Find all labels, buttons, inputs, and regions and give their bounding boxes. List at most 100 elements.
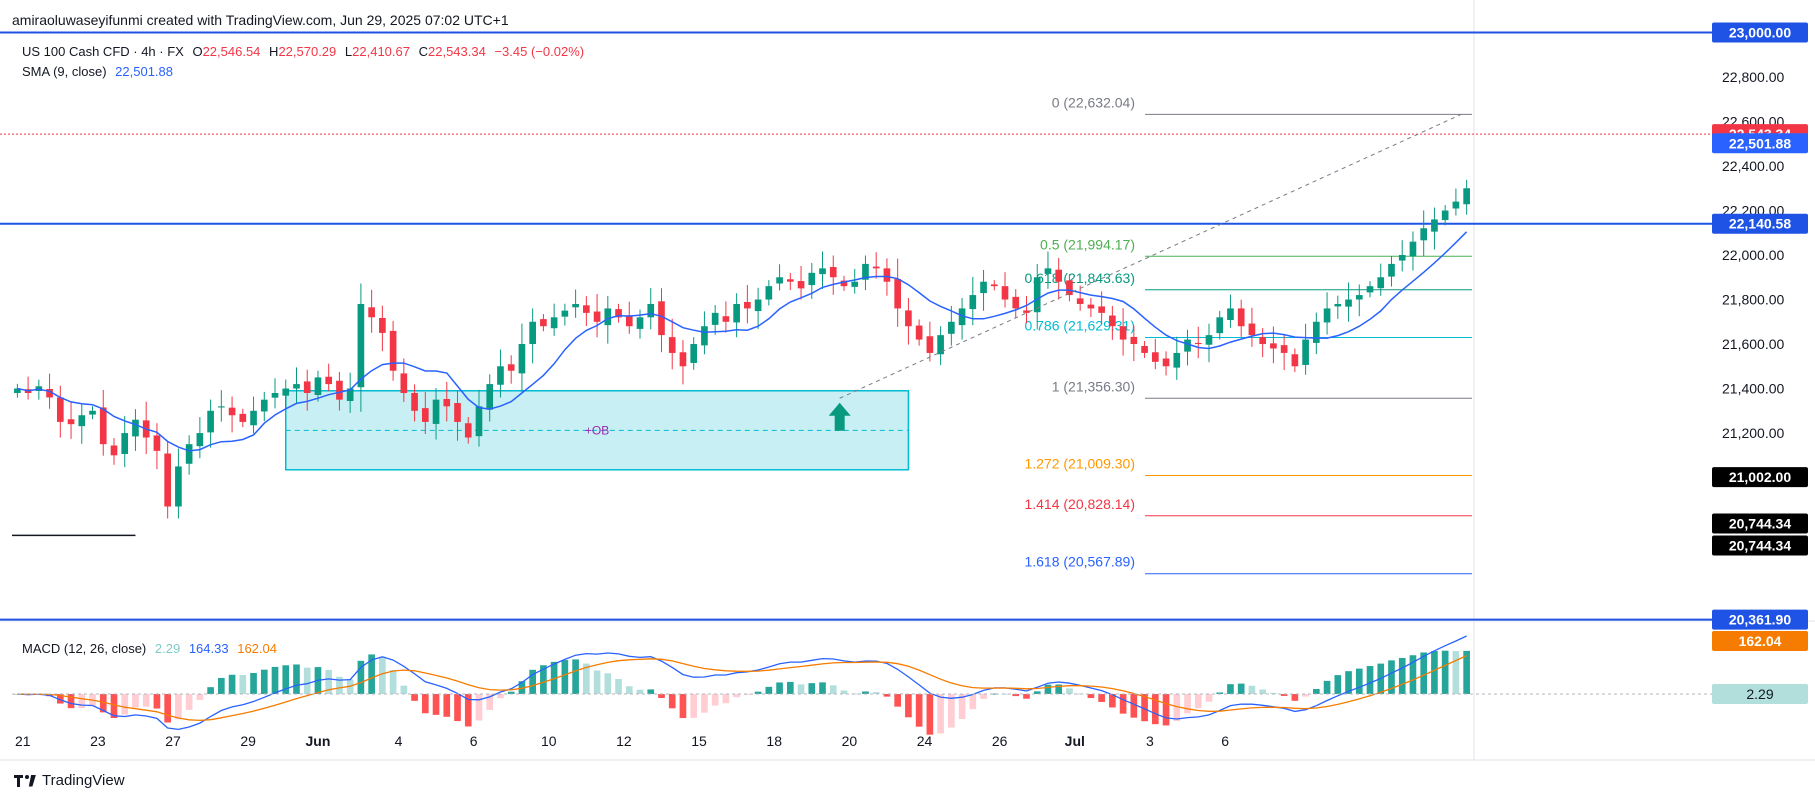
candle-body	[969, 295, 977, 310]
candle-body	[239, 413, 247, 422]
chart-header-title: amiraoluwaseyifunmi created with Trading…	[12, 12, 509, 28]
macd-histogram-bar	[142, 694, 150, 707]
price-legend: US 100 Cash CFD · 4h · FX O22,546.54 H22…	[22, 44, 589, 59]
macd-histogram-bar	[1119, 694, 1127, 714]
candle-body	[679, 352, 687, 367]
candle-body	[1012, 296, 1020, 309]
candle-body	[668, 337, 676, 353]
candle-body	[207, 410, 214, 433]
macd-histogram-bar	[615, 679, 622, 694]
candle-body	[1270, 343, 1277, 349]
y-tick-label: 22,000.00	[1722, 247, 1784, 263]
candle-body	[1398, 255, 1406, 261]
candle-body	[786, 279, 794, 282]
macd-histogram-bar	[175, 694, 182, 720]
macd-histogram-bar	[421, 694, 429, 714]
candle-body	[1216, 317, 1224, 334]
candle-body	[1162, 358, 1170, 367]
price-tag: 21,002.00	[1729, 469, 1791, 485]
candle-body	[164, 453, 171, 507]
macd-histogram-bar	[894, 694, 901, 707]
fib-level-label: 1.272 (21,009.30)	[1024, 455, 1135, 471]
candle-body	[1452, 201, 1460, 209]
x-tick-label: 18	[766, 733, 782, 749]
level-price-tag: 23,000.00	[1729, 24, 1791, 40]
sma-legend[interactable]: SMA (9, close) 22,501.88	[22, 64, 178, 79]
candle-body	[690, 344, 698, 363]
candle-body	[218, 406, 225, 408]
price-tag: 22,501.88	[1729, 135, 1791, 151]
candle-body	[1366, 286, 1374, 293]
macd-histogram-bar	[400, 685, 408, 694]
candle-body	[99, 407, 107, 445]
chart-canvas[interactable]: 21,200.00 21,400.00 21,600.00 21,800.00 22,0…	[0, 0, 1815, 803]
candle-body	[733, 303, 740, 323]
close-value: 22,543.34	[428, 44, 486, 59]
candle-body	[110, 445, 118, 456]
macd-histogram-bar	[722, 694, 730, 704]
macd-histogram-bar	[207, 687, 214, 694]
chart-area[interactable]: 21,200.00 21,400.00 21,600.00 21,800.00 22,0…	[0, 0, 1815, 803]
x-tick-label: 6	[1221, 733, 1229, 749]
macd-histogram-bar	[658, 694, 665, 698]
candle-body	[497, 366, 504, 385]
symbol-name[interactable]: US 100 Cash CFD · 4h · FX	[22, 44, 184, 59]
candle-body	[454, 403, 461, 422]
candle-body	[561, 310, 569, 317]
candle-body	[540, 319, 547, 327]
x-tick-label: 27	[165, 733, 181, 749]
candle-body	[1388, 263, 1395, 277]
candle-body	[529, 321, 536, 345]
candle-body	[990, 284, 998, 287]
macd-histogram-bar	[604, 673, 612, 694]
macd-histogram-bar	[153, 694, 161, 709]
candle-body	[336, 380, 343, 400]
tradingview-logo-icon	[14, 774, 36, 787]
candle-body	[1377, 277, 1385, 289]
x-tick-label: 10	[541, 733, 557, 749]
macd-histogram-bar	[293, 664, 300, 694]
macd-histogram-bar	[121, 694, 129, 715]
macd-histogram-bar	[1227, 684, 1234, 694]
x-tick-label: 26	[992, 733, 1008, 749]
macd-histogram-bar	[829, 685, 837, 694]
candle-body	[905, 310, 912, 327]
y-tick-label: 21,800.00	[1722, 292, 1784, 308]
candle-body	[1345, 299, 1352, 307]
macd-histogram-bar	[239, 674, 247, 694]
candle-body	[625, 315, 633, 327]
fib-level-label: 1.414 (20,828.14)	[1024, 496, 1135, 512]
candle-body	[132, 419, 139, 437]
candle-body	[829, 267, 837, 278]
macd-histogram-bar	[1431, 651, 1438, 694]
macd-histogram-bar	[636, 689, 644, 694]
candle-body	[550, 317, 558, 329]
tradingview-footer[interactable]: TradingView	[14, 772, 125, 789]
macd-histogram-bar	[196, 694, 204, 700]
candle-body	[765, 286, 773, 300]
macd-legend[interactable]: MACD (12, 26, close) 2.29 164.33 162.04	[22, 641, 282, 656]
candle-body	[1302, 339, 1309, 365]
candle-body	[948, 321, 955, 334]
x-tick-label: 23	[90, 733, 106, 749]
candle-body	[196, 433, 204, 447]
macd-histogram-bar	[1420, 652, 1428, 694]
candle-body	[1055, 269, 1063, 282]
macd-histogram-bar	[937, 694, 944, 734]
macd-histogram-bar	[1441, 650, 1449, 694]
macd-histogram-bar	[1087, 694, 1095, 699]
candle-body	[1119, 326, 1127, 340]
macd-histogram-bar	[840, 690, 848, 694]
candle-body	[1463, 188, 1470, 205]
high-value: 22,570.29	[278, 44, 337, 59]
macd-histogram-bar	[926, 694, 934, 735]
macd-histogram-bar	[1334, 675, 1342, 694]
macd-histogram-bar	[443, 694, 451, 717]
candle-body	[1355, 295, 1363, 300]
candle-body	[711, 312, 719, 325]
macd-histogram-bar	[1023, 694, 1030, 699]
candle-body	[647, 303, 655, 318]
macd-histogram-bar	[164, 694, 171, 723]
candle-body	[572, 303, 579, 308]
candle-body	[797, 281, 805, 289]
